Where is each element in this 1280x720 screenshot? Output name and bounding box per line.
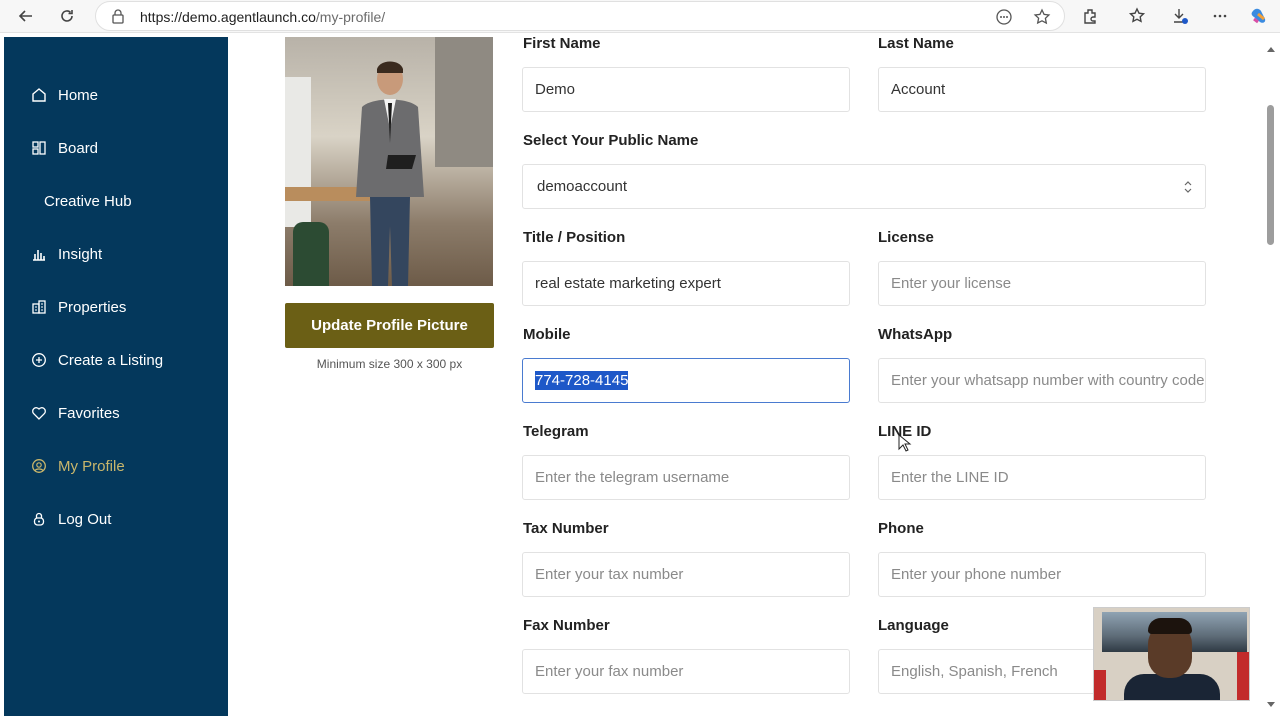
sidebar: Home Board Creative Hub Insight Properti… [4, 37, 228, 716]
sidebar-item-create-listing[interactable]: Create a Listing [4, 340, 228, 380]
sidebar-item-creative-hub[interactable]: Creative Hub [4, 181, 228, 221]
last-name-field[interactable]: Account [878, 67, 1206, 112]
mobile-field[interactable]: 774-728-4145 [522, 358, 850, 403]
copilot-icon[interactable] [1248, 5, 1270, 27]
profile-photo [285, 37, 493, 286]
tax-number-label: Tax Number [523, 520, 609, 537]
scroll-up-icon[interactable] [1266, 45, 1276, 55]
fax-number-field[interactable]: Enter your fax number [522, 649, 850, 694]
sidebar-item-label: Log Out [58, 510, 112, 528]
user-circle-icon [30, 457, 48, 475]
url-text: https://demo.agentlaunch.co/my-profile/ [140, 9, 386, 25]
lock-icon [30, 510, 48, 528]
board-icon [30, 139, 48, 157]
telegram-label: Telegram [523, 423, 589, 440]
sidebar-item-label: Create a Listing [58, 351, 164, 369]
sidebar-item-log-out[interactable]: Log Out [4, 499, 228, 539]
min-size-note: Minimum size 300 x 300 px [316, 357, 463, 371]
select-arrows-icon [1184, 181, 1192, 193]
page-scrollbar[interactable] [1262, 37, 1280, 716]
sidebar-item-label: Properties [58, 298, 127, 316]
lock-icon [112, 9, 124, 24]
scroll-down-icon[interactable] [1266, 699, 1276, 709]
back-icon[interactable] [13, 4, 39, 28]
whatsapp-label: WhatsApp [878, 326, 953, 343]
extensions-icon[interactable] [1080, 5, 1102, 27]
scrollbar-thumb[interactable] [1267, 105, 1274, 245]
tax-number-field[interactable]: Enter your tax number [522, 552, 850, 597]
sidebar-item-label: My Profile [58, 457, 125, 475]
refresh-icon[interactable] [54, 4, 80, 28]
line-id-field[interactable]: Enter the LINE ID [878, 455, 1206, 500]
sidebar-item-label: Creative Hub [44, 192, 132, 210]
building-icon [30, 298, 48, 316]
sidebar-item-board[interactable]: Board [4, 128, 228, 168]
language-label: Language [878, 617, 949, 634]
public-name-label: Select Your Public Name [523, 132, 699, 149]
sidebar-item-label: Board [58, 139, 99, 157]
sidebar-item-properties[interactable]: Properties [4, 287, 228, 327]
webcam-overlay [1093, 607, 1250, 701]
favorites-icon[interactable] [1126, 5, 1148, 27]
public-name-value: demoaccount [537, 178, 628, 195]
last-name-label: Last Name [878, 37, 954, 52]
address-bar[interactable]: https://demo.agentlaunch.co/my-profile/ [95, 1, 1065, 31]
browser-toolbar: https://demo.agentlaunch.co/my-profile/ [0, 0, 1280, 33]
sidebar-item-label: Insight [58, 245, 103, 263]
first-name-label: First Name [523, 37, 601, 52]
mobile-label: Mobile [523, 326, 571, 343]
heart-icon [30, 404, 48, 422]
whatsapp-field[interactable]: Enter your whatsapp number with country … [878, 358, 1206, 403]
sidebar-item-favorites[interactable]: Favorites [4, 393, 228, 433]
reader-icon[interactable] [994, 7, 1014, 27]
star-icon[interactable] [1032, 7, 1052, 27]
telegram-field[interactable]: Enter the telegram username [522, 455, 850, 500]
mouse-cursor-icon [898, 434, 912, 452]
title-field[interactable]: real estate marketing expert [522, 261, 850, 306]
license-field[interactable]: Enter your license [878, 261, 1206, 306]
mobile-selected-value: 774-728-4145 [535, 371, 629, 390]
home-icon [30, 86, 48, 104]
update-profile-picture-button[interactable]: Update Profile Picture [285, 303, 494, 348]
sidebar-item-home[interactable]: Home [4, 75, 228, 115]
sidebar-item-my-profile[interactable]: My Profile [4, 446, 228, 486]
phone-label: Phone [878, 520, 924, 537]
phone-field[interactable]: Enter your phone number [878, 552, 1206, 597]
sidebar-item-label: Home [58, 86, 99, 104]
title-label: Title / Position [523, 229, 626, 246]
public-name-select[interactable]: demoaccount [522, 164, 1206, 209]
fax-number-label: Fax Number [523, 617, 610, 634]
plus-circle-icon [30, 351, 48, 369]
license-label: License [878, 229, 934, 246]
download-icon[interactable] [1169, 5, 1191, 27]
first-name-field[interactable]: Demo [522, 67, 850, 112]
more-icon[interactable] [1209, 5, 1231, 27]
sidebar-item-label: Favorites [58, 404, 120, 422]
sidebar-item-insight[interactable]: Insight [4, 234, 228, 274]
chart-icon [30, 245, 48, 263]
